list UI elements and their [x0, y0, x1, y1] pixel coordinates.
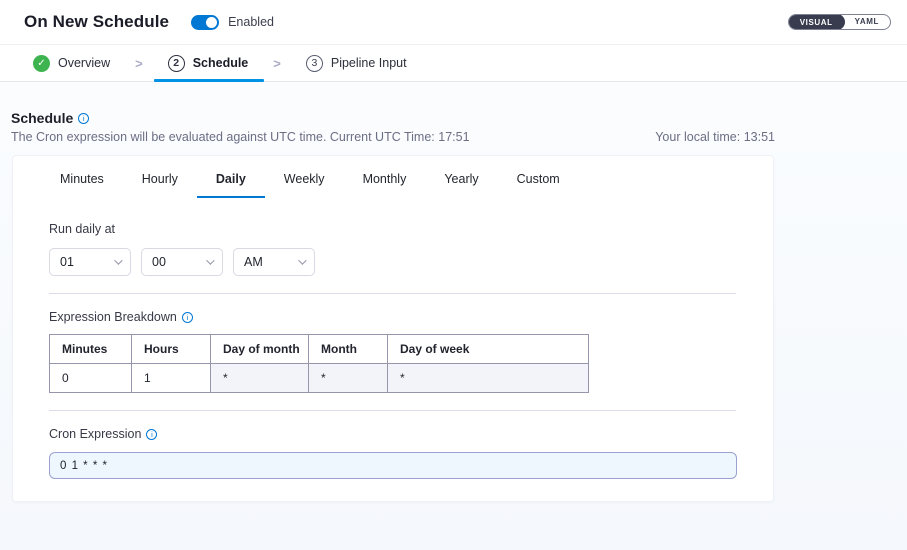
step-pipeline-input-label: Pipeline Input [331, 56, 407, 70]
app-header: On New Schedule Enabled VISUAL YAML [0, 0, 907, 45]
step-number-badge: 3 [306, 55, 323, 72]
check-icon: ✓ [33, 55, 50, 72]
schedule-section-head: Schedule i The Cron expression will be e… [11, 110, 775, 144]
visual-button[interactable]: VISUAL [788, 14, 845, 30]
table-value-row: 0 1 * * * [50, 364, 589, 393]
info-icon[interactable]: i [182, 312, 193, 323]
value-hours: 1 [132, 364, 211, 393]
toggle-knob [206, 17, 217, 28]
info-icon[interactable]: i [78, 113, 89, 124]
wizard-stepper: ✓ Overview > 2 Schedule > 3 Pipeline Inp… [0, 45, 907, 82]
active-step-underline [154, 79, 265, 82]
step-number-badge: 2 [168, 55, 185, 72]
daily-panel: Run daily at 01 00 AM Expression Breakdo… [49, 222, 736, 479]
step-overview-label: Overview [58, 56, 110, 70]
expression-breakdown-table: Minutes Hours Day of month Month Day of … [49, 334, 589, 393]
enable-toggle-group: Enabled [191, 15, 274, 30]
chevron-right-icon: > [273, 45, 281, 81]
hour-select-value: 01 [60, 255, 74, 269]
enabled-label: Enabled [228, 15, 274, 29]
info-icon[interactable]: i [146, 429, 157, 440]
schedule-heading: Schedule [11, 110, 73, 126]
time-selects: 01 00 AM [49, 248, 736, 276]
page-title: On New Schedule [24, 12, 169, 32]
col-month: Month [309, 335, 388, 364]
main-content: Schedule i The Cron expression will be e… [0, 82, 907, 502]
step-pipeline-input[interactable]: 3 Pipeline Input [306, 45, 407, 81]
enabled-toggle[interactable] [191, 15, 219, 30]
tab-daily[interactable]: Daily [197, 165, 265, 198]
chevron-down-icon [206, 256, 214, 264]
schedule-card: Minutes Hourly Daily Weekly Monthly Year… [12, 155, 774, 502]
value-month: * [309, 364, 388, 393]
value-minutes: 0 [50, 364, 132, 393]
expression-breakdown-label: Expression Breakdown [49, 310, 177, 324]
divider [49, 410, 736, 411]
value-day-of-month: * [211, 364, 309, 393]
cron-expression-label: Cron Expression [49, 427, 141, 441]
minute-select-value: 00 [152, 255, 166, 269]
run-daily-at-label: Run daily at [49, 222, 736, 236]
minute-select[interactable]: 00 [141, 248, 223, 276]
chevron-down-icon [298, 256, 306, 264]
yaml-button[interactable]: YAML [844, 14, 890, 30]
col-day-of-month: Day of month [211, 335, 309, 364]
tab-monthly[interactable]: Monthly [344, 165, 426, 198]
col-day-of-week: Day of week [388, 335, 589, 364]
ampm-select[interactable]: AM [233, 248, 315, 276]
chevron-down-icon [114, 256, 122, 264]
tab-custom[interactable]: Custom [498, 165, 579, 198]
step-schedule[interactable]: 2 Schedule [168, 45, 249, 81]
tab-hourly[interactable]: Hourly [123, 165, 197, 198]
utc-time-text: The Cron expression will be evaluated ag… [11, 130, 470, 144]
ampm-select-value: AM [244, 255, 263, 269]
col-hours: Hours [132, 335, 211, 364]
chevron-right-icon: > [135, 45, 143, 81]
local-time-text: Your local time: 13:51 [655, 130, 775, 144]
table-header-row: Minutes Hours Day of month Month Day of … [50, 335, 589, 364]
frequency-tabs: Minutes Hourly Daily Weekly Monthly Year… [13, 156, 773, 198]
tab-minutes[interactable]: Minutes [41, 165, 123, 198]
hour-select[interactable]: 01 [49, 248, 131, 276]
visual-yaml-toggle: VISUAL YAML [788, 14, 891, 30]
step-schedule-label: Schedule [193, 56, 249, 70]
divider [49, 293, 736, 294]
cron-expression-input[interactable] [49, 452, 737, 479]
col-minutes: Minutes [50, 335, 132, 364]
tab-yearly[interactable]: Yearly [425, 165, 497, 198]
value-day-of-week: * [388, 364, 589, 393]
tab-weekly[interactable]: Weekly [265, 165, 344, 198]
step-overview[interactable]: ✓ Overview [33, 45, 110, 81]
